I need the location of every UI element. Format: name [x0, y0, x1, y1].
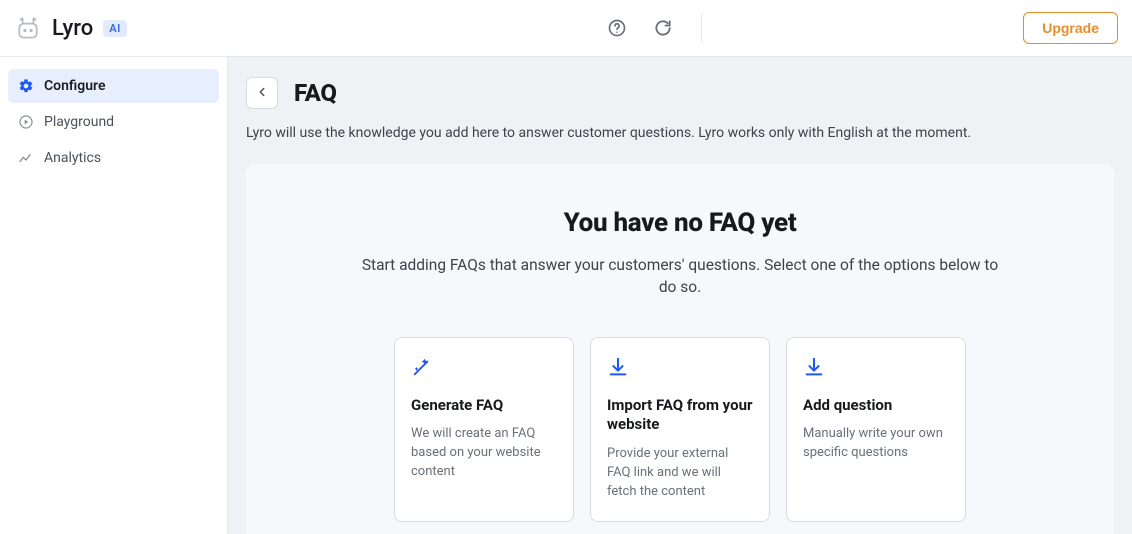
topbar-right: Upgrade	[1023, 12, 1118, 44]
help-icon[interactable]	[603, 14, 631, 42]
upgrade-button[interactable]: Upgrade	[1023, 12, 1118, 44]
card-title: Import FAQ from your website	[607, 396, 753, 435]
sidebar-item-configure[interactable]: Configure	[8, 69, 219, 103]
empty-state-subtext: Start adding FAQs that answer your custo…	[360, 254, 1000, 299]
option-cards: Generate FAQ We will create an FAQ based…	[274, 337, 1086, 523]
card-title: Add question	[803, 396, 949, 416]
main-content: FAQ Lyro will use the knowledge you add …	[227, 57, 1132, 534]
page-description: Lyro will use the knowledge you add here…	[228, 123, 1132, 164]
sidebar-item-playground[interactable]: Playground	[8, 105, 219, 139]
brand: Lyro AI	[14, 14, 127, 42]
download-icon	[803, 356, 825, 378]
card-title: Generate FAQ	[411, 396, 557, 416]
topbar-center	[603, 14, 702, 42]
analytics-icon	[18, 150, 34, 166]
card-desc: Provide your external FAQ link and we wi…	[607, 445, 753, 502]
download-icon	[607, 356, 629, 378]
card-import-faq[interactable]: Import FAQ from your website Provide you…	[590, 337, 770, 523]
sidebar-item-label: Configure	[44, 78, 105, 94]
topbar-divider	[701, 14, 702, 42]
gear-icon	[18, 78, 34, 94]
sidebar-item-analytics[interactable]: Analytics	[8, 141, 219, 175]
page-title: FAQ	[294, 79, 337, 107]
brand-logo-icon	[14, 14, 42, 42]
card-add-question[interactable]: Add question Manually write your own spe…	[786, 337, 966, 523]
empty-state-panel: You have no FAQ yet Start adding FAQs th…	[246, 164, 1114, 534]
empty-state-heading: You have no FAQ yet	[274, 208, 1086, 238]
back-button[interactable]	[246, 77, 278, 109]
chevron-left-icon	[255, 85, 269, 102]
play-icon	[18, 114, 34, 130]
card-desc: Manually write your own specific questio…	[803, 425, 949, 463]
brand-name: Lyro	[52, 16, 93, 41]
sidebar: Configure Playground Analytics	[0, 57, 227, 534]
sidebar-item-label: Playground	[44, 114, 114, 130]
card-generate-faq[interactable]: Generate FAQ We will create an FAQ based…	[394, 337, 574, 523]
ai-badge: AI	[103, 20, 127, 37]
sidebar-item-label: Analytics	[44, 150, 101, 166]
top-bar: Lyro AI Upgrade	[0, 0, 1132, 57]
card-desc: We will create an FAQ based on your webs…	[411, 425, 557, 482]
page-header: FAQ	[228, 57, 1132, 123]
wand-icon	[411, 356, 433, 378]
refresh-icon[interactable]	[649, 14, 677, 42]
